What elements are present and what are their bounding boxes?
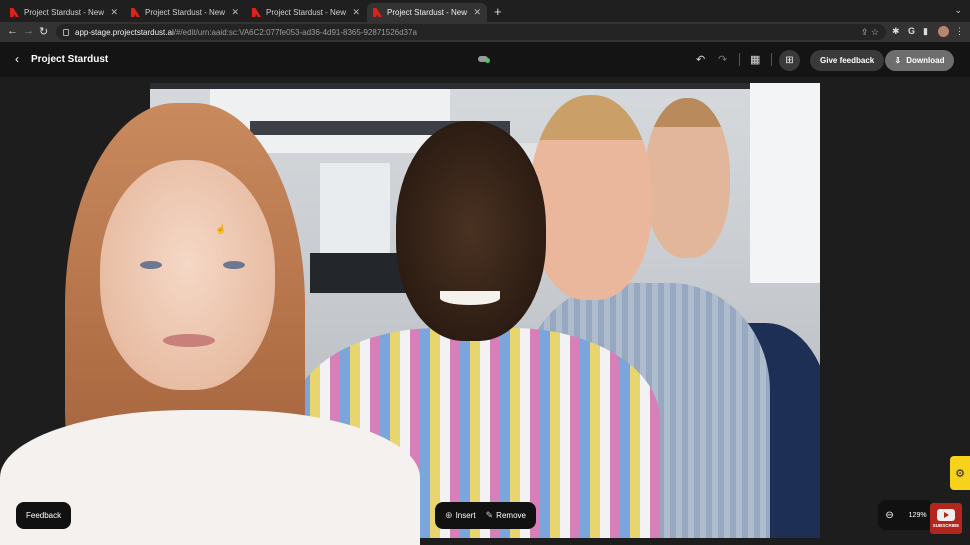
close-icon[interactable]: ✕: [352, 7, 360, 18]
browser-tab[interactable]: Project Stardust - New Project ✕: [125, 3, 245, 22]
adobe-icon: [131, 8, 140, 17]
tab-title: Project Stardust - New Project: [145, 8, 227, 17]
subscribe-badge[interactable]: SUBSCRIBE: [930, 503, 962, 534]
brush-icon: ✎: [485, 510, 494, 520]
tab-title: Project Stardust - New Project: [387, 8, 469, 17]
insert-button[interactable]: ⊕ Insert: [445, 510, 476, 521]
undo-icon[interactable]: ↶: [696, 53, 705, 66]
google-extension-icon[interactable]: G: [908, 26, 915, 36]
sidebar-panel-icon[interactable]: ▮: [923, 26, 928, 37]
page-title: Project Stardust: [31, 54, 109, 65]
gift-icon[interactable]: ⊞: [779, 50, 800, 71]
back-arrow-icon[interactable]: ←: [7, 25, 18, 37]
person-head: [396, 121, 546, 341]
browser-tab[interactable]: Project Stardust - New Project ✕: [246, 3, 366, 22]
mouse-cursor-icon: ☝: [215, 224, 227, 234]
close-icon[interactable]: ✕: [473, 7, 481, 18]
avatar[interactable]: [938, 26, 949, 37]
zoom-control: ⊖ 129%: [878, 500, 934, 530]
person-head: [645, 98, 730, 258]
person-lips: [163, 334, 215, 347]
close-icon[interactable]: ✕: [231, 7, 239, 18]
insert-sparkle-icon: ⊕: [445, 510, 453, 520]
feedback-button[interactable]: Feedback: [16, 502, 72, 529]
give-feedback-button[interactable]: Give feedback: [810, 50, 885, 71]
youtube-play-icon: [937, 509, 955, 521]
divider: [771, 53, 772, 66]
adobe-icon: [252, 8, 261, 17]
remove-button[interactable]: ✎ Remove: [486, 510, 526, 521]
cloud-sync-icon: [478, 56, 490, 63]
tab-strip: Project Stardust - New Project ✕ Project…: [0, 0, 970, 22]
insert-label: Insert: [455, 511, 476, 520]
lock-icon: [63, 28, 69, 36]
chevron-left-icon[interactable]: ‹: [15, 52, 19, 66]
zoom-magnifier-icon[interactable]: ⊖: [885, 510, 893, 521]
browser-tab[interactable]: Project Stardust - New Project ✕: [4, 3, 124, 22]
chevron-down-icon[interactable]: ⌄: [954, 5, 962, 16]
gift-box-icon[interactable]: ▦: [750, 53, 760, 66]
forward-arrow-icon[interactable]: →: [23, 25, 34, 37]
settings-gear-icon[interactable]: ⚙: [950, 456, 970, 490]
download-button[interactable]: ⇩ Download: [885, 50, 954, 71]
background-window: [320, 163, 390, 253]
url-path: /#/edit/urn:aaid:sc:VA6C2:077fe053-ad36-…: [173, 27, 417, 37]
tab-title: Project Stardust - New Project: [266, 8, 348, 17]
download-label: Download: [906, 56, 945, 65]
person-eye: [140, 261, 162, 269]
adobe-icon: [10, 8, 19, 17]
background-window: [750, 83, 820, 283]
reload-icon[interactable]: ↻: [39, 25, 48, 38]
address-bar[interactable]: app-stage.projectstardust.ai /#/edit/urn…: [56, 24, 886, 40]
url-host: app-stage.projectstardust.ai: [75, 27, 174, 37]
person-eye: [223, 261, 245, 269]
subscribe-label: SUBSCRIBE: [932, 523, 960, 528]
app-header: ‹ Project Stardust ↶ ↷ ▦ ⊞ Give feedback…: [0, 42, 970, 77]
browser-toolbar: ← → ↻ app-stage.projectstardust.ai /#/ed…: [0, 22, 970, 42]
redo-icon[interactable]: ↷: [718, 53, 727, 66]
close-icon[interactable]: ✕: [110, 7, 118, 18]
person-head: [530, 95, 652, 300]
download-icon: ⇩: [894, 56, 902, 65]
person-face: [100, 160, 275, 390]
bookmark-star-icon[interactable]: ⇪ ☆: [861, 27, 879, 38]
smile: [440, 291, 500, 305]
browser-window: Project Stardust - New Project ✕ Project…: [0, 0, 970, 545]
edit-toolbar: ⊕ Insert ✎ Remove: [435, 502, 536, 529]
kebab-menu-icon[interactable]: ⋮: [955, 26, 964, 37]
background-beam: [150, 83, 820, 89]
zoom-level[interactable]: 129%: [909, 512, 927, 519]
tab-title: Project Stardust - New Project: [24, 8, 106, 17]
adobe-icon: [373, 8, 382, 17]
browser-tab-active[interactable]: Project Stardust - New Project ✕: [367, 3, 487, 22]
divider: [739, 53, 740, 66]
new-tab-plus-icon[interactable]: +: [494, 4, 502, 19]
remove-label: Remove: [496, 511, 526, 520]
puzzle-extension-icon[interactable]: ✱: [892, 26, 900, 37]
editor-canvas[interactable]: ☝: [0, 77, 970, 545]
